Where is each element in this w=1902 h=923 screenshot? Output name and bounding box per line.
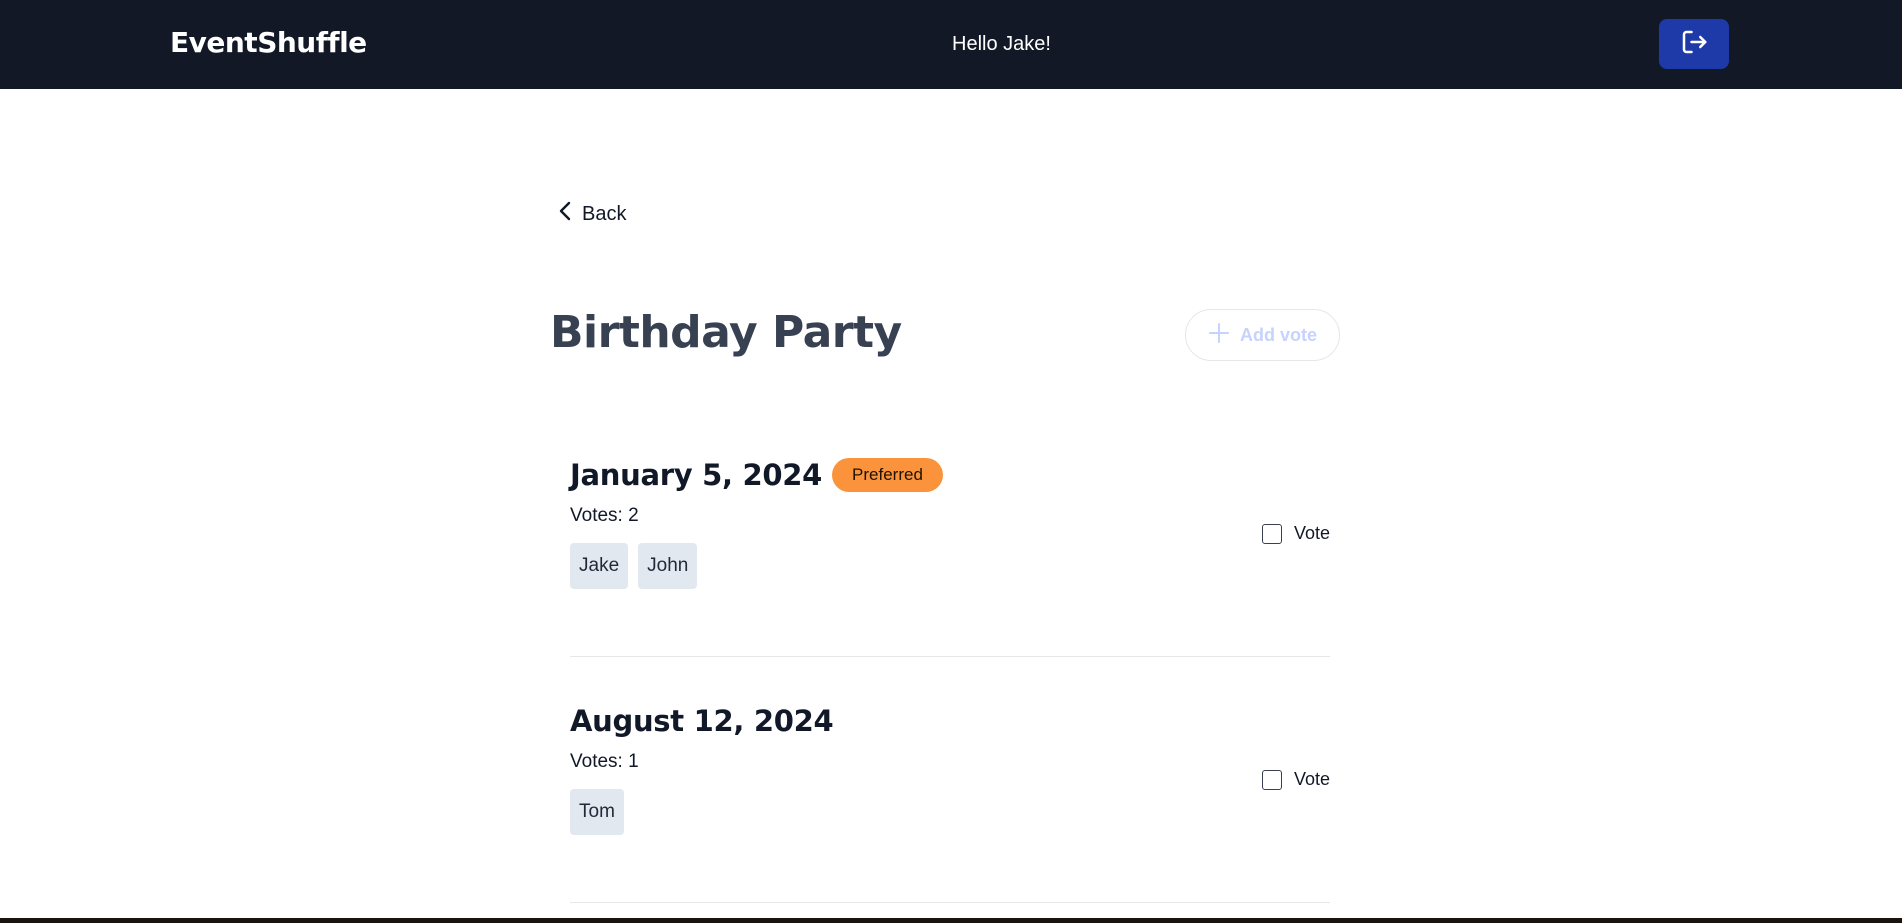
voter-chip: Tom <box>570 789 624 835</box>
add-vote-label: Add vote <box>1239 324 1317 345</box>
app-viewport: EventShuffle Hello Jake! Back Birthday P… <box>0 0 1902 918</box>
voter-list: Jake John <box>570 543 1330 589</box>
voter-chip: John <box>638 543 698 589</box>
logout-button[interactable] <box>1659 19 1729 69</box>
page-title: Birthday Party <box>550 307 902 358</box>
date-title-row: August 12, 2024 <box>570 701 1330 741</box>
brand-logo[interactable]: EventShuffle <box>170 26 367 59</box>
add-vote-button[interactable]: Add vote <box>1185 309 1340 361</box>
vote-label: Vote <box>1293 523 1330 543</box>
date-option-card: January 5, 2024 Preferred Votes: 2 Jake … <box>570 455 1330 589</box>
chevron-left-icon <box>558 201 572 227</box>
voter-list: Tom <box>570 789 1330 835</box>
vote-checkbox[interactable] <box>1261 523 1282 544</box>
card-divider <box>570 656 1330 657</box>
vote-label: Vote <box>1293 769 1330 789</box>
vote-checkbox-toggle[interactable]: Vote <box>1261 523 1330 544</box>
date-option-card: August 12, 2024 Votes: 1 Tom Vote <box>570 701 1330 835</box>
plus-icon <box>1208 322 1230 349</box>
vote-checkbox[interactable] <box>1261 769 1282 790</box>
logout-icon <box>1679 27 1709 62</box>
date-title: August 12, 2024 <box>570 704 834 738</box>
votes-count: Votes: 2 <box>570 505 639 526</box>
votes-count: Votes: 1 <box>570 751 639 772</box>
vote-checkbox-toggle[interactable]: Vote <box>1261 769 1330 790</box>
card-divider <box>570 902 1330 903</box>
top-navbar: EventShuffle Hello Jake! <box>0 0 1902 89</box>
back-link[interactable]: Back <box>558 201 626 227</box>
date-title: January 5, 2024 <box>570 458 823 492</box>
preferred-badge: Preferred <box>832 458 943 492</box>
user-greeting: Hello Jake! <box>952 33 1051 55</box>
date-title-row: January 5, 2024 Preferred <box>570 455 1330 495</box>
event-detail-page: Back Birthday Party Add vote January 5, … <box>550 89 1340 918</box>
back-label: Back <box>582 202 627 225</box>
voter-chip: Jake <box>570 543 629 589</box>
